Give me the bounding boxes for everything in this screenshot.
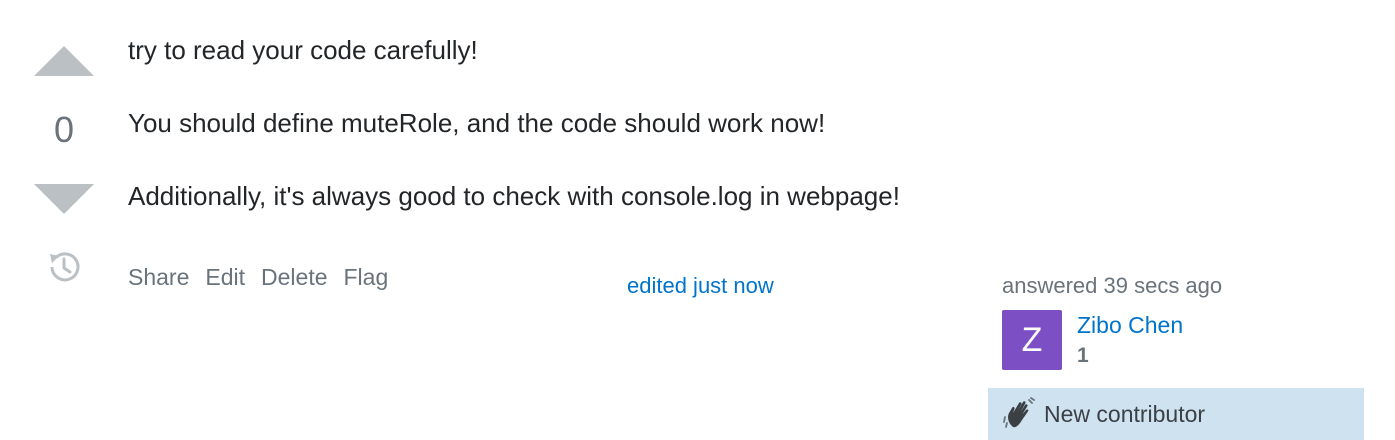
new-contributor-label: New contributor [1044,400,1206,427]
share-button[interactable]: Share [128,264,189,291]
reputation-score: 1 [1077,344,1089,367]
edit-button[interactable]: Edit [205,264,245,291]
vote-count: 0 [53,109,75,150]
history-icon[interactable] [44,248,82,286]
avatar[interactable]: Z [1002,310,1062,370]
delete-button[interactable]: Delete [261,264,327,291]
answer-body: try to read your code carefully! You sho… [128,32,1348,251]
answered-time: answered 39 secs ago [1002,273,1223,298]
answer-paragraph: You should define muteRole, and the code… [128,108,826,138]
answer-paragraph: try to read your code carefully! [128,35,478,65]
post-menu: Share Edit Delete Flag [128,264,388,291]
edited-link[interactable]: edited just now [627,273,774,299]
flag-button[interactable]: Flag [344,264,389,291]
arrow-up-icon[interactable] [34,46,94,76]
new-contributor-badge[interactable]: New contributor [988,388,1364,440]
answer-paragraph: Additionally, it's always good to check … [128,181,900,211]
waving-hand-icon [1003,397,1035,428]
user-name-link[interactable]: Zibo Chen [1077,312,1183,339]
user-card: answered 39 secs ago Z Zibo Chen 1 New c… [988,270,1364,440]
arrow-down-icon[interactable] [34,184,94,214]
